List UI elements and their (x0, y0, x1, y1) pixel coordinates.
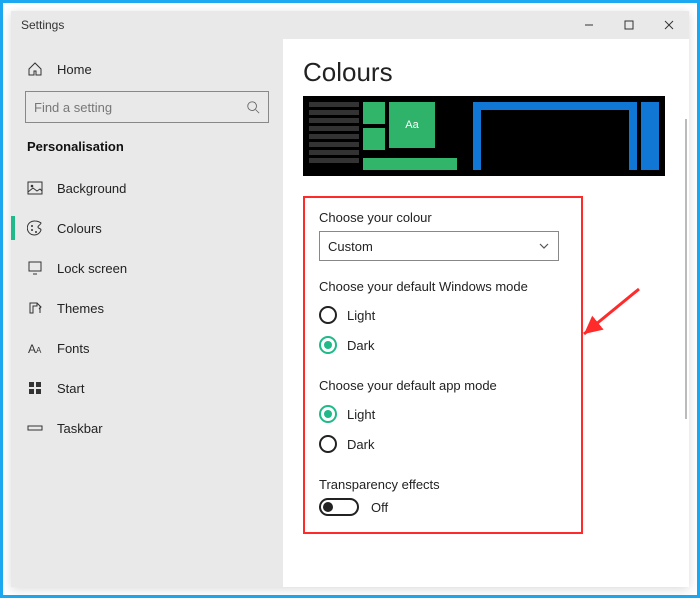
chevron-down-icon (538, 240, 550, 252)
sidebar-item-label: Themes (57, 301, 104, 316)
windows-mode-label: Choose your default Windows mode (319, 279, 567, 294)
sidebar-item-start[interactable]: Start (11, 368, 283, 408)
sidebar-item-background[interactable]: Background (11, 168, 283, 208)
home-link[interactable]: Home (11, 51, 283, 87)
settings-window: Settings Home Find a setting Personalisa… (11, 11, 689, 587)
transparency-toggle[interactable] (319, 498, 359, 516)
choose-colour-dropdown[interactable]: Custom (319, 231, 559, 261)
sidebar-item-label: Background (57, 181, 126, 196)
screenshot-frame: Settings Home Find a setting Personalisa… (0, 0, 700, 598)
dropdown-value: Custom (328, 239, 373, 254)
windows-mode-light[interactable]: Light (319, 300, 567, 330)
app-mode-label: Choose your default app mode (319, 378, 567, 393)
search-icon (246, 100, 260, 114)
colour-preview: Aa (303, 96, 665, 176)
sidebar-item-lockscreen[interactable]: Lock screen (11, 248, 283, 288)
close-button[interactable] (649, 11, 689, 39)
start-icon (27, 380, 43, 396)
titlebar: Settings (11, 11, 689, 39)
sidebar-item-label: Fonts (57, 341, 90, 356)
scrollbar[interactable] (685, 119, 687, 419)
app-mode-light[interactable]: Light (319, 399, 567, 429)
home-label: Home (57, 62, 92, 77)
choose-colour-label: Choose your colour (319, 210, 567, 225)
sidebar-item-taskbar[interactable]: Taskbar (11, 408, 283, 448)
sidebar-item-colours[interactable]: Colours (11, 208, 283, 248)
taskbar-icon (27, 420, 43, 436)
sidebar-item-themes[interactable]: Themes (11, 288, 283, 328)
minimize-button[interactable] (569, 11, 609, 39)
sidebar-item-label: Taskbar (57, 421, 103, 436)
maximize-button[interactable] (609, 11, 649, 39)
home-icon (27, 61, 43, 77)
windows-mode-dark[interactable]: Dark (319, 330, 567, 360)
sidebar-item-label: Start (57, 381, 84, 396)
app-mode-dark[interactable]: Dark (319, 429, 567, 459)
sidebar-item-label: Lock screen (57, 261, 127, 276)
preview-tile-aa: Aa (389, 102, 435, 148)
highlight-box: Choose your colour Custom Choose your de… (303, 196, 583, 534)
sidebar-item-fonts[interactable]: AA Fonts (11, 328, 283, 368)
svg-text:A: A (36, 346, 42, 355)
sidebar: Home Find a setting Personalisation Back… (11, 39, 283, 587)
page-title: Colours (303, 57, 665, 88)
window-title: Settings (21, 18, 64, 32)
search-placeholder: Find a setting (34, 100, 246, 115)
lockscreen-icon (27, 260, 43, 276)
palette-icon (27, 220, 43, 236)
themes-icon (27, 300, 43, 316)
svg-text:A: A (28, 342, 36, 356)
transparency-value: Off (371, 500, 388, 515)
sidebar-item-label: Colours (57, 221, 102, 236)
search-input[interactable]: Find a setting (25, 91, 269, 123)
fonts-icon: AA (27, 340, 43, 356)
picture-icon (27, 180, 43, 196)
annotation-arrow-icon (579, 284, 649, 344)
content-pane: Colours Aa Choose your colour (283, 39, 689, 587)
transparency-label: Transparency effects (319, 477, 567, 492)
section-heading: Personalisation (11, 133, 283, 168)
